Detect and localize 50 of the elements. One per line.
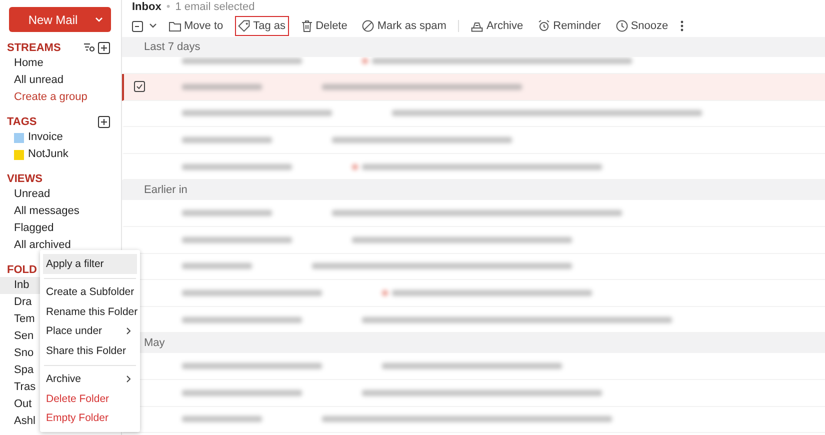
clock-icon	[616, 20, 628, 32]
section-title: VIEWS	[7, 172, 42, 184]
filter-icon[interactable]	[84, 42, 95, 52]
group-header: Last 7 days	[144, 41, 200, 53]
toolbar-button[interactable]: Snooze	[612, 16, 672, 36]
group-header: May	[144, 337, 165, 350]
sidebar-item[interactable]: NotJunk	[0, 146, 121, 163]
group-header: Earlier in	[144, 184, 188, 196]
menu-item[interactable]: Share this Folder	[43, 341, 137, 360]
selection-count: 1 email selected	[175, 0, 255, 15]
toolbar-button[interactable]: Mark as spam	[359, 16, 450, 36]
section-title: TAGS	[7, 116, 37, 128]
folder-icon	[169, 20, 181, 32]
sidebar-item[interactable]: Invoice	[0, 129, 121, 146]
more-options-icon[interactable]	[680, 20, 684, 32]
sidebar-item[interactable]: All messages	[0, 203, 121, 220]
tray-icon	[471, 20, 484, 32]
add-icon[interactable]	[98, 116, 110, 128]
folder-title: Inbox	[132, 0, 162, 15]
sidebar-item[interactable]: Flagged	[0, 220, 121, 237]
ban-icon	[362, 20, 374, 32]
menu-item[interactable]: Create a Subfolder	[43, 282, 137, 302]
checkbox-checked-icon[interactable]	[134, 81, 145, 92]
tag-icon	[238, 20, 250, 32]
caret-icon	[95, 17, 103, 23]
menu-item[interactable]: Place under	[43, 322, 137, 341]
toolbar-button[interactable]: Reminder	[535, 16, 604, 36]
toolbar-button[interactable]: Delete	[298, 16, 350, 36]
menu-item[interactable]: Delete Folder	[43, 389, 137, 408]
section-title: FOLD	[7, 264, 37, 276]
menu-item[interactable]: Rename this Folder	[43, 302, 137, 322]
separator-dot: •	[166, 0, 170, 15]
add-icon[interactable]	[98, 42, 110, 54]
toolbar-button[interactable]: Move to	[166, 16, 226, 36]
sidebar-item[interactable]: Unread	[0, 186, 121, 203]
menu-item[interactable]: Apply a filter	[43, 254, 137, 274]
new-mail-button[interactable]: New Mail	[9, 7, 111, 32]
menu-item[interactable]: Archive	[43, 370, 137, 389]
toolbar-button[interactable]: Tag as	[235, 16, 289, 36]
section-title: STREAMS	[7, 42, 61, 54]
caret-icon[interactable]	[149, 23, 157, 29]
menu-item[interactable]: Empty Folder	[43, 408, 137, 428]
sidebar-item[interactable]: Home	[0, 55, 121, 72]
select-checkbox-icon[interactable]	[132, 20, 143, 32]
sidebar-item[interactable]: Create a group	[0, 89, 121, 106]
trash-icon	[300, 20, 313, 32]
sidebar-item[interactable]: All archived	[0, 237, 121, 254]
alarm-clock-icon	[538, 20, 550, 32]
sidebar-item[interactable]: All unread	[0, 72, 121, 89]
toolbar-button[interactable]: Archive	[468, 16, 526, 36]
